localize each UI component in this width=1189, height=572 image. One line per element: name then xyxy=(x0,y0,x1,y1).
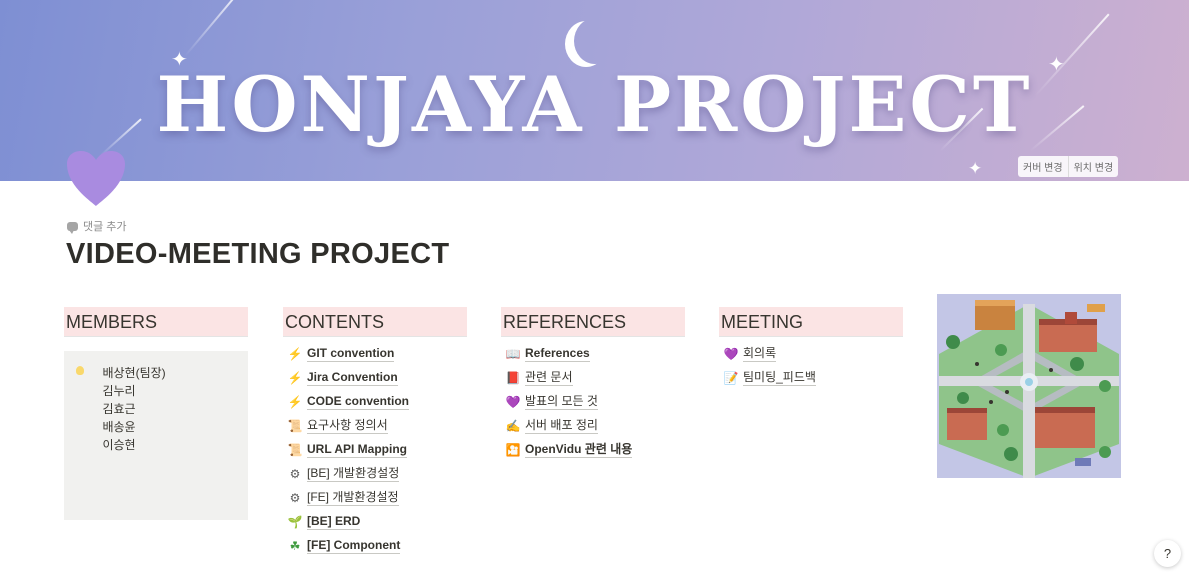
pen-icon: ✍ xyxy=(505,419,521,433)
link-label: [BE] 개발환경설정 xyxy=(307,466,400,482)
add-comment-label: 댓글 추가 xyxy=(83,221,127,233)
page-link-git-convention[interactable]: ⚡ GIT convention xyxy=(283,342,467,366)
references-heading: REFERENCES xyxy=(501,307,685,337)
link-label: [FE] 개발환경설정 xyxy=(307,490,399,506)
film-icon: 🎦 xyxy=(505,443,521,457)
contents-list: ⚡ GIT convention ⚡ Jira Convention ⚡ CODE c… xyxy=(283,342,467,558)
link-label: Jira Convention xyxy=(307,370,398,386)
link-label: GIT convention xyxy=(307,346,395,362)
member-name: 배상현(팀장) xyxy=(102,366,166,380)
cover-controls: 커버 변경 위치 변경 xyxy=(1018,156,1119,177)
page-link-fe-component[interactable]: ☘ [FE] Component xyxy=(283,534,467,558)
references-list: 📖 References 📕 관련 문서 💜 발표의 모든 것 ✍ 서버 배포 정리 🎦… xyxy=(501,342,685,462)
references-column: REFERENCES 📖 References 📕 관련 문서 💜 발표의 모든 것 … xyxy=(501,307,685,462)
link-label: 발표의 모든 것 xyxy=(525,394,598,410)
purple-heart-icon[interactable] xyxy=(65,148,127,210)
contents-column: CONTENTS ⚡ GIT convention ⚡ Jira Conventio… xyxy=(283,307,467,558)
page-link-url-api-mapping[interactable]: 📜 URL API Mapping xyxy=(283,438,467,462)
campus-illustration xyxy=(937,294,1121,478)
member-name: 김누리 xyxy=(102,384,136,398)
page-link-requirements[interactable]: 📜 요구사항 정의서 xyxy=(283,414,467,438)
gear-icon: ⚙ xyxy=(289,467,301,481)
shooting-star xyxy=(184,0,237,57)
link-label: URL API Mapping xyxy=(307,442,407,458)
link-label: CODE convention xyxy=(307,394,410,410)
meeting-heading: MEETING xyxy=(719,307,903,337)
purple-heart-icon: 💜 xyxy=(723,347,739,361)
link-label: 팀미팅_피드백 xyxy=(743,370,816,386)
page-link-fe-setup[interactable]: ⚙ [FE] 개발환경설정 xyxy=(283,486,467,510)
memo-icon: 📝 xyxy=(723,371,739,385)
link-label: References xyxy=(525,346,590,362)
page-link-references[interactable]: 📖 References xyxy=(501,342,685,366)
reposition-button[interactable]: 위치 변경 xyxy=(1069,156,1119,177)
meeting-column: MEETING 💜 회의록 📝 팀미팅_피드백 xyxy=(719,307,903,390)
link-label: 회의록 xyxy=(743,346,777,362)
page-link-minutes[interactable]: 💜 회의록 xyxy=(719,342,903,366)
seedling-icon: 🌱 xyxy=(287,515,303,529)
comment-icon xyxy=(67,221,78,234)
link-label: [BE] ERD xyxy=(307,514,361,530)
notebook-icon: 📕 xyxy=(505,371,521,385)
members-list: 배상현(팀장) 김누리 김효근 배송윤 이승현 xyxy=(102,364,165,454)
link-label: 서버 배포 정리 xyxy=(525,418,598,434)
page-link-be-setup[interactable]: ⚙ [BE] 개발환경설정 xyxy=(283,462,467,486)
lightning-icon: ⚡ xyxy=(287,347,303,361)
page-link-presentation[interactable]: 💜 발표의 모든 것 xyxy=(501,390,685,414)
meeting-list: 💜 회의록 📝 팀미팅_피드백 xyxy=(719,342,903,390)
help-button[interactable]: ? xyxy=(1154,540,1181,567)
add-comment-button[interactable]: 댓글 추가 xyxy=(67,218,127,234)
lightning-icon: ⚡ xyxy=(287,371,303,385)
page-link-team-feedback[interactable]: 📝 팀미팅_피드백 xyxy=(719,366,903,390)
page-link-code-convention[interactable]: ⚡ CODE convention xyxy=(283,390,467,414)
clover-icon: ☘ xyxy=(289,539,301,553)
gear-icon: ⚙ xyxy=(289,491,301,505)
member-name: 이승현 xyxy=(102,438,136,452)
contents-heading: CONTENTS xyxy=(283,307,467,337)
scroll-icon: 📜 xyxy=(287,443,303,457)
page-link-be-erd[interactable]: 🌱 [BE] ERD xyxy=(283,510,467,534)
lightning-icon: ⚡ xyxy=(287,395,303,409)
lightbulb-icon xyxy=(76,366,84,375)
scroll-icon: 📜 xyxy=(287,419,303,433)
member-name: 김효근 xyxy=(102,402,136,416)
cover-image: ✦ ✦ ✦ HONJAYA PROJECT 커버 변경 위치 변경 xyxy=(0,0,1189,181)
link-label: 관련 문서 xyxy=(525,370,573,386)
members-callout: 배상현(팀장) 김누리 김효근 배송윤 이승현 xyxy=(64,351,248,520)
cover-title: HONJAYA PROJECT xyxy=(156,60,1033,149)
page-link-related-docs[interactable]: 📕 관련 문서 xyxy=(501,366,685,390)
page-title: VIDEO-MEETING PROJECT xyxy=(66,238,450,270)
page-link-openvidu[interactable]: 🎦 OpenVidu 관련 내용 xyxy=(501,438,685,462)
members-column: MEMBERS 배상현(팀장) 김누리 김효근 배송윤 이승현 xyxy=(64,307,248,520)
link-label: [FE] Component xyxy=(307,538,401,554)
change-cover-button[interactable]: 커버 변경 xyxy=(1018,156,1069,177)
purple-heart-icon: 💜 xyxy=(505,395,521,409)
page-link-jira-convention[interactable]: ⚡ Jira Convention xyxy=(283,366,467,390)
member-name: 배송윤 xyxy=(102,420,136,434)
moon-icon xyxy=(574,18,616,64)
sparkle-icon: ✦ xyxy=(968,159,983,178)
link-label: OpenVidu 관련 내용 xyxy=(525,442,633,458)
book-icon: 📖 xyxy=(505,347,521,361)
link-label: 요구사항 정의서 xyxy=(307,418,388,434)
page-link-server-deploy[interactable]: ✍ 서버 배포 정리 xyxy=(501,414,685,438)
members-heading: MEMBERS xyxy=(64,307,248,337)
